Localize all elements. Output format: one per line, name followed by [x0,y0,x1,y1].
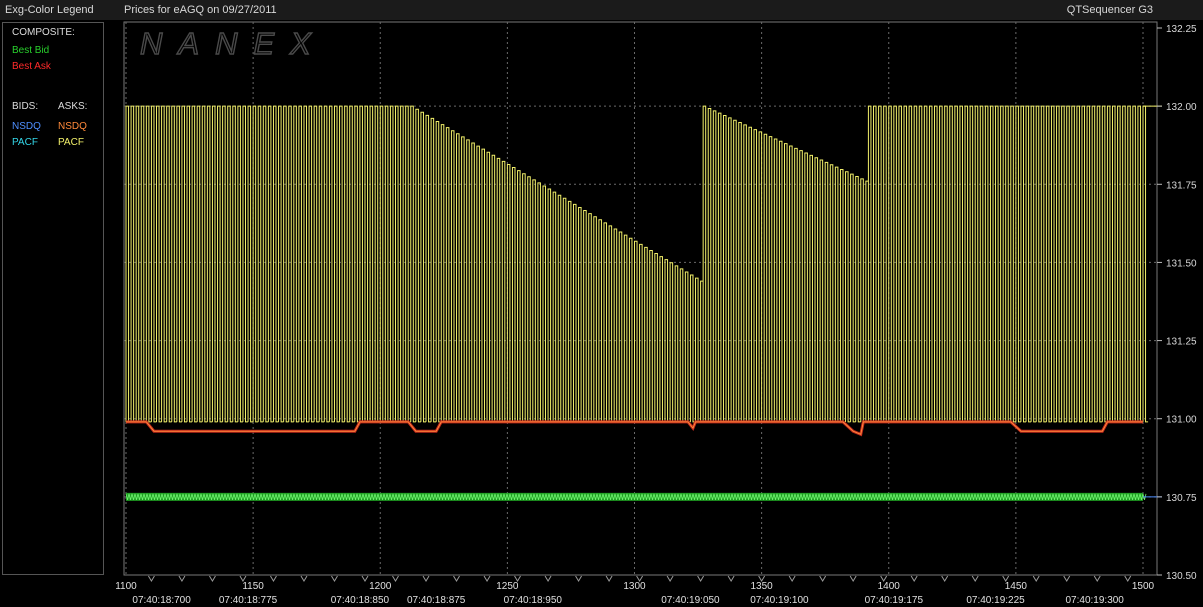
y-tick-label: 132.25 [1166,24,1197,35]
time-label: 07:40:18:850 [331,595,390,606]
time-label: 07:40:19:050 [661,595,720,606]
x-tick-label: 1300 [623,581,646,592]
trade-marker [331,575,338,582]
trade-marker [1124,575,1132,582]
y-tick-label: 131.75 [1166,180,1197,191]
trade-marker [1032,575,1040,582]
trade-marker [147,575,155,582]
time-label: 07:40:18:700 [132,595,191,606]
trade-marker [392,575,399,582]
x-tick-label: 1150 [242,581,264,592]
time-label: 07:40:19:300 [1065,595,1124,606]
trade-marker [453,575,460,582]
y-axis: 132.25 132.00 131.75 131.50 131.25 131.00 130.… [1157,24,1197,582]
trade-marker [727,575,735,582]
y-tick-label: 130.75 [1166,493,1197,504]
trade-marker [483,575,491,582]
trade-marker [666,575,674,582]
trade-marker [1063,575,1071,582]
trade-marker [849,575,857,582]
trade-marker [422,575,430,582]
trade-marker [300,575,308,582]
trade-marker [361,575,369,582]
y-tick-label: 131.25 [1166,337,1197,348]
x-tick-label: 1450 [1005,581,1028,592]
x-tick-label: 1350 [751,581,774,592]
trade-marker [209,575,216,582]
x-tick-label: 1200 [369,581,392,592]
x-tick-label: 1250 [496,581,519,592]
trade-marker [788,575,796,582]
x-tick-label: 1500 [1132,581,1155,592]
time-label: 07:40:19:100 [750,595,809,606]
trade-marker [971,575,979,582]
trade-marker [1093,575,1101,582]
trade-marker [575,575,582,582]
trade-marker [605,575,613,582]
y-tick-label: 132.00 [1166,102,1197,113]
time-label: 07:40:19:175 [865,595,924,606]
y-tick-label: 131.00 [1166,415,1197,426]
trade-marker [910,575,918,582]
time-label: 07:40:18:950 [504,595,563,606]
watermark: NANEX [140,26,327,61]
trade-marker [544,575,552,582]
trade-marker [697,575,705,582]
y-tick-label: 131.50 [1166,258,1197,269]
trade-marker [178,575,186,582]
x-axis: 1100 1150 1200 1250 1300 1350 1400 1450 1500 07:4… [115,575,1155,606]
x-tick-label: 1400 [878,581,901,592]
x-tick-label: 1100 [115,581,137,592]
trade-marker [819,575,827,582]
time-label: 07:40:19:225 [966,595,1025,606]
y-tick-label: 130.50 [1166,571,1197,582]
price-chart: NANEX 132.25 132.00 131.75 131.50 131.25 131.… [115,21,1197,606]
trade-marker [941,575,949,582]
time-label: 07:40:18:775 [219,595,278,606]
trade-marker [270,575,277,582]
time-label: 07:40:18:875 [407,595,466,606]
